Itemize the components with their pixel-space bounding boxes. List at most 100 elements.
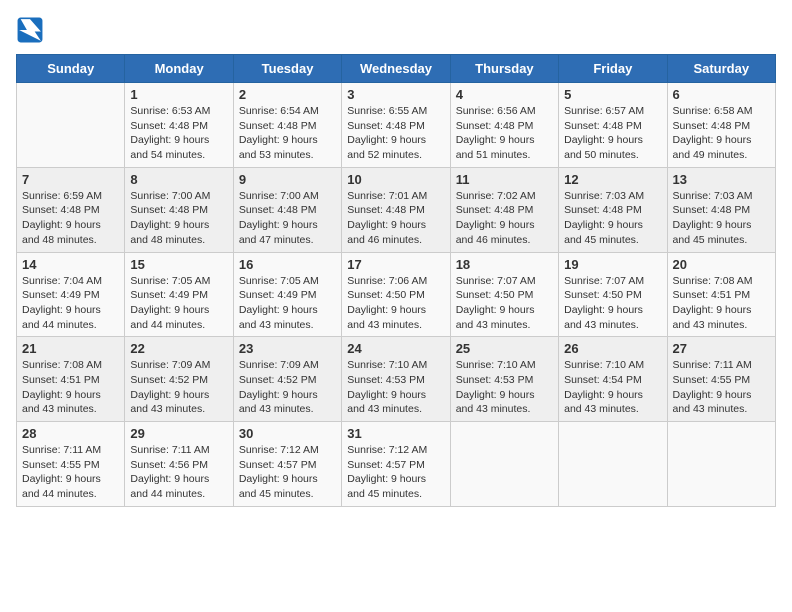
day-detail: Sunrise: 7:12 AM Sunset: 4:57 PM Dayligh…: [239, 443, 336, 502]
day-number: 25: [456, 341, 553, 356]
day-detail: Sunrise: 7:03 AM Sunset: 4:48 PM Dayligh…: [564, 189, 661, 248]
day-number: 4: [456, 87, 553, 102]
calendar-cell: 28 Sunrise: 7:11 AM Sunset: 4:55 PM Dayli…: [17, 422, 125, 507]
calendar-week-row: 21 Sunrise: 7:08 AM Sunset: 4:51 PM Dayli…: [17, 337, 776, 422]
day-detail: Sunrise: 7:09 AM Sunset: 4:52 PM Dayligh…: [130, 358, 227, 417]
day-number: 29: [130, 426, 227, 441]
calendar-cell: 2 Sunrise: 6:54 AM Sunset: 4:48 PM Daylig…: [233, 83, 341, 168]
day-number: 17: [347, 257, 444, 272]
calendar-cell: 12 Sunrise: 7:03 AM Sunset: 4:48 PM Dayli…: [559, 167, 667, 252]
day-detail: Sunrise: 7:07 AM Sunset: 4:50 PM Dayligh…: [564, 274, 661, 333]
logo: [16, 16, 48, 44]
day-number: 13: [673, 172, 770, 187]
calendar-cell: 19 Sunrise: 7:07 AM Sunset: 4:50 PM Dayli…: [559, 252, 667, 337]
day-number: 19: [564, 257, 661, 272]
calendar-cell: [559, 422, 667, 507]
day-number: 1: [130, 87, 227, 102]
day-number: 18: [456, 257, 553, 272]
day-number: 23: [239, 341, 336, 356]
day-detail: Sunrise: 7:00 AM Sunset: 4:48 PM Dayligh…: [130, 189, 227, 248]
calendar-cell: [450, 422, 558, 507]
day-number: 2: [239, 87, 336, 102]
day-number: 3: [347, 87, 444, 102]
calendar-cell: 26 Sunrise: 7:10 AM Sunset: 4:54 PM Dayli…: [559, 337, 667, 422]
calendar-cell: 23 Sunrise: 7:09 AM Sunset: 4:52 PM Dayli…: [233, 337, 341, 422]
calendar-cell: 8 Sunrise: 7:00 AM Sunset: 4:48 PM Daylig…: [125, 167, 233, 252]
day-detail: Sunrise: 7:00 AM Sunset: 4:48 PM Dayligh…: [239, 189, 336, 248]
calendar-cell: 21 Sunrise: 7:08 AM Sunset: 4:51 PM Dayli…: [17, 337, 125, 422]
calendar-cell: 30 Sunrise: 7:12 AM Sunset: 4:57 PM Dayli…: [233, 422, 341, 507]
calendar-cell: 15 Sunrise: 7:05 AM Sunset: 4:49 PM Dayli…: [125, 252, 233, 337]
calendar-cell: 9 Sunrise: 7:00 AM Sunset: 4:48 PM Daylig…: [233, 167, 341, 252]
calendar-header-friday: Friday: [559, 55, 667, 83]
calendar-cell: 13 Sunrise: 7:03 AM Sunset: 4:48 PM Dayli…: [667, 167, 775, 252]
day-detail: Sunrise: 6:59 AM Sunset: 4:48 PM Dayligh…: [22, 189, 119, 248]
calendar-header-tuesday: Tuesday: [233, 55, 341, 83]
day-number: 12: [564, 172, 661, 187]
day-detail: Sunrise: 7:08 AM Sunset: 4:51 PM Dayligh…: [673, 274, 770, 333]
calendar-header-row: SundayMondayTuesdayWednesdayThursdayFrid…: [17, 55, 776, 83]
calendar-week-row: 14Sunrise: 7:04 AM Sunset: 4:49 PM Dayli…: [17, 252, 776, 337]
day-number: 21: [22, 341, 119, 356]
day-number: 16: [239, 257, 336, 272]
day-detail: Sunrise: 7:10 AM Sunset: 4:53 PM Dayligh…: [456, 358, 553, 417]
day-detail: Sunrise: 7:05 AM Sunset: 4:49 PM Dayligh…: [239, 274, 336, 333]
calendar-week-row: 28 Sunrise: 7:11 AM Sunset: 4:55 PM Dayli…: [17, 422, 776, 507]
calendar-week-row: 7Sunrise: 6:59 AM Sunset: 4:48 PM Daylig…: [17, 167, 776, 252]
day-number: 27: [673, 341, 770, 356]
calendar-header-thursday: Thursday: [450, 55, 558, 83]
day-number: 9: [239, 172, 336, 187]
day-number: 8: [130, 172, 227, 187]
day-detail: Sunrise: 6:56 AM Sunset: 4:48 PM Dayligh…: [456, 104, 553, 163]
calendar-cell: 6 Sunrise: 6:58 AM Sunset: 4:48 PM Daylig…: [667, 83, 775, 168]
calendar-cell: 1 Sunrise: 6:53 AM Sunset: 4:48 PM Daylig…: [125, 83, 233, 168]
calendar-week-row: 1 Sunrise: 6:53 AM Sunset: 4:48 PM Daylig…: [17, 83, 776, 168]
day-detail: Sunrise: 6:57 AM Sunset: 4:48 PM Dayligh…: [564, 104, 661, 163]
day-number: 5: [564, 87, 661, 102]
day-detail: Sunrise: 7:10 AM Sunset: 4:53 PM Dayligh…: [347, 358, 444, 417]
page-header: [16, 16, 776, 44]
day-detail: Sunrise: 7:11 AM Sunset: 4:56 PM Dayligh…: [130, 443, 227, 502]
day-detail: Sunrise: 7:04 AM Sunset: 4:49 PM Dayligh…: [22, 274, 119, 333]
day-detail: Sunrise: 6:58 AM Sunset: 4:48 PM Dayligh…: [673, 104, 770, 163]
calendar-cell: 10Sunrise: 7:01 AM Sunset: 4:48 PM Dayli…: [342, 167, 450, 252]
day-detail: Sunrise: 7:10 AM Sunset: 4:54 PM Dayligh…: [564, 358, 661, 417]
calendar-cell: 17Sunrise: 7:06 AM Sunset: 4:50 PM Dayli…: [342, 252, 450, 337]
day-number: 26: [564, 341, 661, 356]
day-number: 22: [130, 341, 227, 356]
day-number: 28: [22, 426, 119, 441]
day-detail: Sunrise: 7:11 AM Sunset: 4:55 PM Dayligh…: [22, 443, 119, 502]
day-detail: Sunrise: 7:07 AM Sunset: 4:50 PM Dayligh…: [456, 274, 553, 333]
calendar-header-monday: Monday: [125, 55, 233, 83]
day-detail: Sunrise: 6:53 AM Sunset: 4:48 PM Dayligh…: [130, 104, 227, 163]
calendar-header-saturday: Saturday: [667, 55, 775, 83]
day-number: 11: [456, 172, 553, 187]
calendar-cell: [17, 83, 125, 168]
calendar-cell: 4 Sunrise: 6:56 AM Sunset: 4:48 PM Daylig…: [450, 83, 558, 168]
day-number: 10: [347, 172, 444, 187]
calendar-header-wednesday: Wednesday: [342, 55, 450, 83]
day-detail: Sunrise: 7:03 AM Sunset: 4:48 PM Dayligh…: [673, 189, 770, 248]
day-number: 30: [239, 426, 336, 441]
day-number: 31: [347, 426, 444, 441]
day-detail: Sunrise: 7:02 AM Sunset: 4:48 PM Dayligh…: [456, 189, 553, 248]
calendar-cell: 24Sunrise: 7:10 AM Sunset: 4:53 PM Dayli…: [342, 337, 450, 422]
day-detail: Sunrise: 6:55 AM Sunset: 4:48 PM Dayligh…: [347, 104, 444, 163]
day-detail: Sunrise: 7:08 AM Sunset: 4:51 PM Dayligh…: [22, 358, 119, 417]
calendar-cell: 29 Sunrise: 7:11 AM Sunset: 4:56 PM Dayli…: [125, 422, 233, 507]
day-detail: Sunrise: 7:12 AM Sunset: 4:57 PM Dayligh…: [347, 443, 444, 502]
day-detail: Sunrise: 6:54 AM Sunset: 4:48 PM Dayligh…: [239, 104, 336, 163]
day-number: 15: [130, 257, 227, 272]
day-number: 6: [673, 87, 770, 102]
day-detail: Sunrise: 7:11 AM Sunset: 4:55 PM Dayligh…: [673, 358, 770, 417]
calendar-cell: 3 Sunrise: 6:55 AM Sunset: 4:48 PM Daylig…: [342, 83, 450, 168]
calendar-cell: 5 Sunrise: 6:57 AM Sunset: 4:48 PM Daylig…: [559, 83, 667, 168]
logo-icon: [16, 16, 44, 44]
calendar-cell: 16 Sunrise: 7:05 AM Sunset: 4:49 PM Dayli…: [233, 252, 341, 337]
calendar-cell: 22 Sunrise: 7:09 AM Sunset: 4:52 PM Dayli…: [125, 337, 233, 422]
calendar-cell: 31 Sunrise: 7:12 AM Sunset: 4:57 PM Dayli…: [342, 422, 450, 507]
day-detail: Sunrise: 7:09 AM Sunset: 4:52 PM Dayligh…: [239, 358, 336, 417]
calendar-header-sunday: Sunday: [17, 55, 125, 83]
day-detail: Sunrise: 7:05 AM Sunset: 4:49 PM Dayligh…: [130, 274, 227, 333]
calendar-cell: 18 Sunrise: 7:07 AM Sunset: 4:50 PM Dayli…: [450, 252, 558, 337]
